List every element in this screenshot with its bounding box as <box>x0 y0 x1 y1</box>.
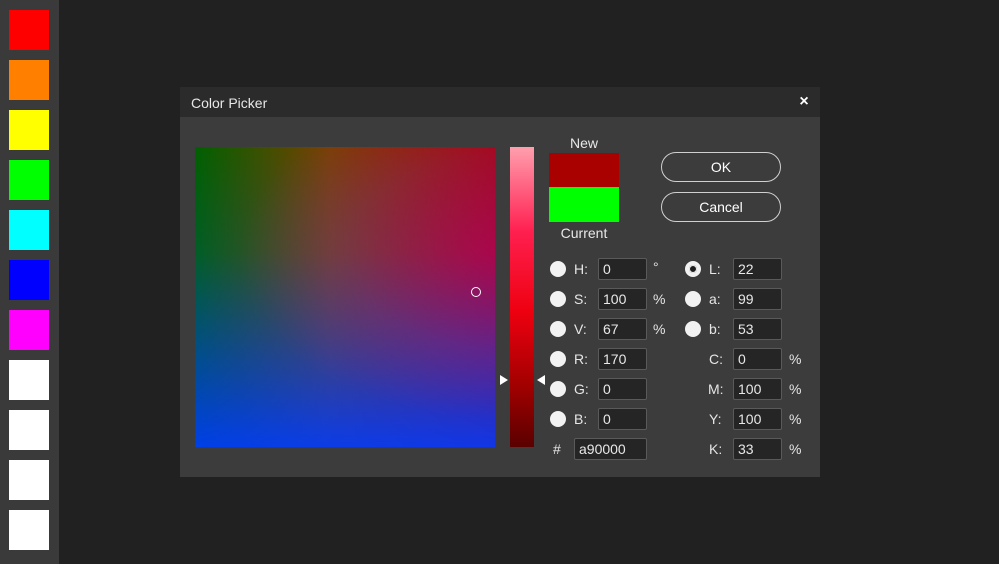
hex-input[interactable]: a90000 <box>574 438 647 460</box>
swatch-cyan[interactable] <box>9 210 49 250</box>
lab-b-input[interactable]: 53 <box>733 318 782 340</box>
lab-a-input[interactable]: 99 <box>733 288 782 310</box>
black-unit: % <box>789 441 802 457</box>
hue-label: H: <box>574 261 588 277</box>
new-color-swatch <box>549 153 619 187</box>
ok-button[interactable]: OK <box>661 152 781 182</box>
swatch-red[interactable] <box>9 10 49 50</box>
saturation-label: S: <box>574 291 588 307</box>
green-input[interactable]: 0 <box>598 378 647 400</box>
current-color-swatch[interactable] <box>549 187 619 222</box>
value-label: V: <box>574 321 587 337</box>
magenta-unit: % <box>789 381 802 397</box>
lab-a-label: a: <box>709 291 721 307</box>
black-input[interactable]: 33 <box>733 438 782 460</box>
radio-hue[interactable] <box>550 261 566 277</box>
yellow-input[interactable]: 100 <box>733 408 782 430</box>
cyan-unit: % <box>789 351 802 367</box>
slider-handle-right-icon[interactable] <box>537 375 545 385</box>
radio-green[interactable] <box>550 381 566 397</box>
color-field-cursor[interactable] <box>471 287 481 297</box>
black-label: K: <box>709 441 723 457</box>
cancel-button[interactable]: Cancel <box>661 192 781 222</box>
cyan-input[interactable]: 0 <box>733 348 782 370</box>
color-field[interactable] <box>195 147 495 447</box>
lab-b-label: b: <box>709 321 721 337</box>
swatch-blue[interactable] <box>9 260 49 300</box>
dialog-title: Color Picker <box>191 95 268 111</box>
blue-label: B: <box>574 411 588 427</box>
color-picker-dialog: Color Picker × New Current OK Cancel H: … <box>180 87 820 477</box>
current-color-label: Current <box>560 225 608 241</box>
red-label: R: <box>574 351 588 367</box>
value-unit: % <box>653 321 666 337</box>
radio-blue[interactable] <box>550 411 566 427</box>
swatch-magenta[interactable] <box>9 310 49 350</box>
radio-red[interactable] <box>550 351 566 367</box>
radio-value[interactable] <box>550 321 566 337</box>
slider-handle-left-icon[interactable] <box>500 375 508 385</box>
close-icon[interactable]: × <box>796 92 812 112</box>
swatch-white-4[interactable] <box>9 510 49 550</box>
magenta-input[interactable]: 100 <box>733 378 782 400</box>
swatch-white-2[interactable] <box>9 410 49 450</box>
swatch-white-1[interactable] <box>9 360 49 400</box>
swatch-green[interactable] <box>9 160 49 200</box>
radio-lab-b[interactable] <box>685 321 701 337</box>
green-label: G: <box>574 381 589 397</box>
dialog-titlebar[interactable]: Color Picker × <box>180 87 820 117</box>
saturation-unit: % <box>653 291 666 307</box>
radio-lightness[interactable] <box>685 261 701 277</box>
value-input[interactable]: 67 <box>598 318 647 340</box>
radio-lab-a[interactable] <box>685 291 701 307</box>
lightness-label: L: <box>709 261 721 277</box>
red-input[interactable]: 170 <box>598 348 647 370</box>
yellow-unit: % <box>789 411 802 427</box>
hue-slider[interactable] <box>510 147 534 447</box>
radio-saturation[interactable] <box>550 291 566 307</box>
hue-unit: ° <box>653 259 659 275</box>
blue-input[interactable]: 0 <box>598 408 647 430</box>
hex-label: # <box>553 441 561 457</box>
saturation-input[interactable]: 100 <box>598 288 647 310</box>
hue-input[interactable]: 0 <box>598 258 647 280</box>
swatch-orange[interactable] <box>9 60 49 100</box>
swatch-sidebar <box>0 0 59 564</box>
magenta-label: M: <box>708 381 724 397</box>
cyan-label: C: <box>709 351 723 367</box>
swatch-yellow[interactable] <box>9 110 49 150</box>
lightness-input[interactable]: 22 <box>733 258 782 280</box>
new-color-label: New <box>569 135 598 151</box>
yellow-label: Y: <box>709 411 722 427</box>
swatch-white-3[interactable] <box>9 460 49 500</box>
